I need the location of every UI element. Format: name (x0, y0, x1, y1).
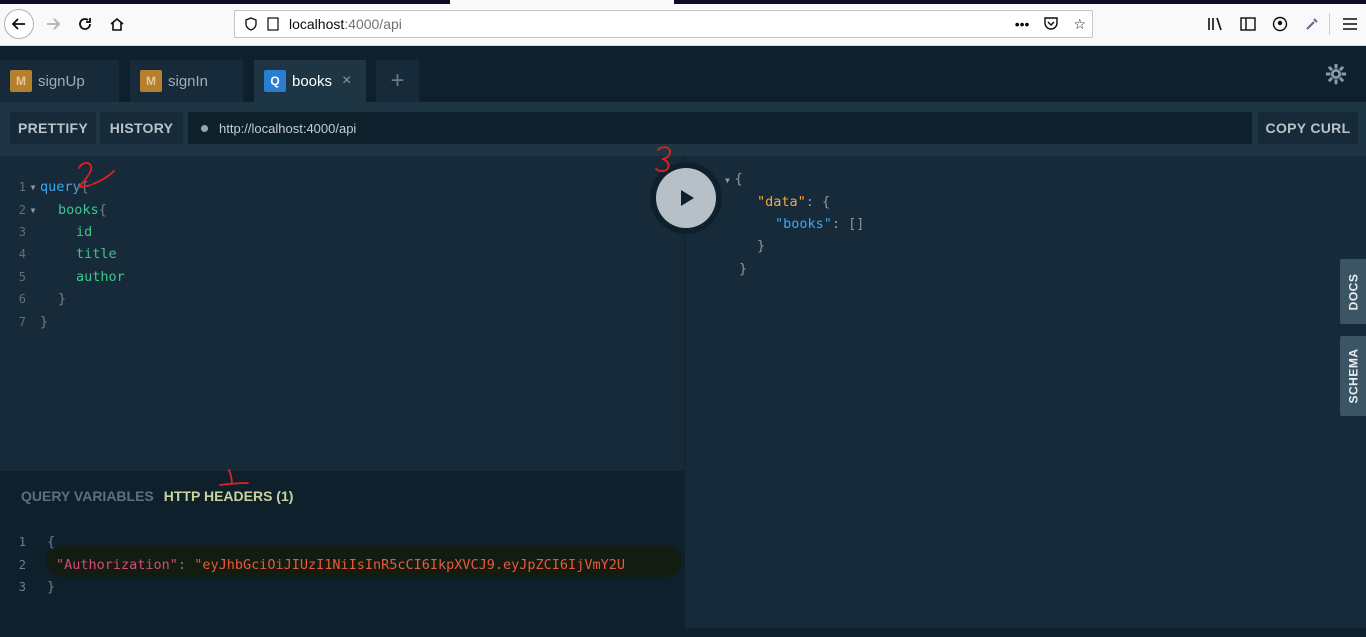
annotation-2-stroke (92, 170, 115, 185)
annotation-3-stroke (655, 146, 671, 173)
annotation-1-stroke (219, 469, 249, 486)
annotation-2-stroke (77, 162, 93, 188)
annotation-overlay: 1 2 3 (77, 146, 671, 486)
